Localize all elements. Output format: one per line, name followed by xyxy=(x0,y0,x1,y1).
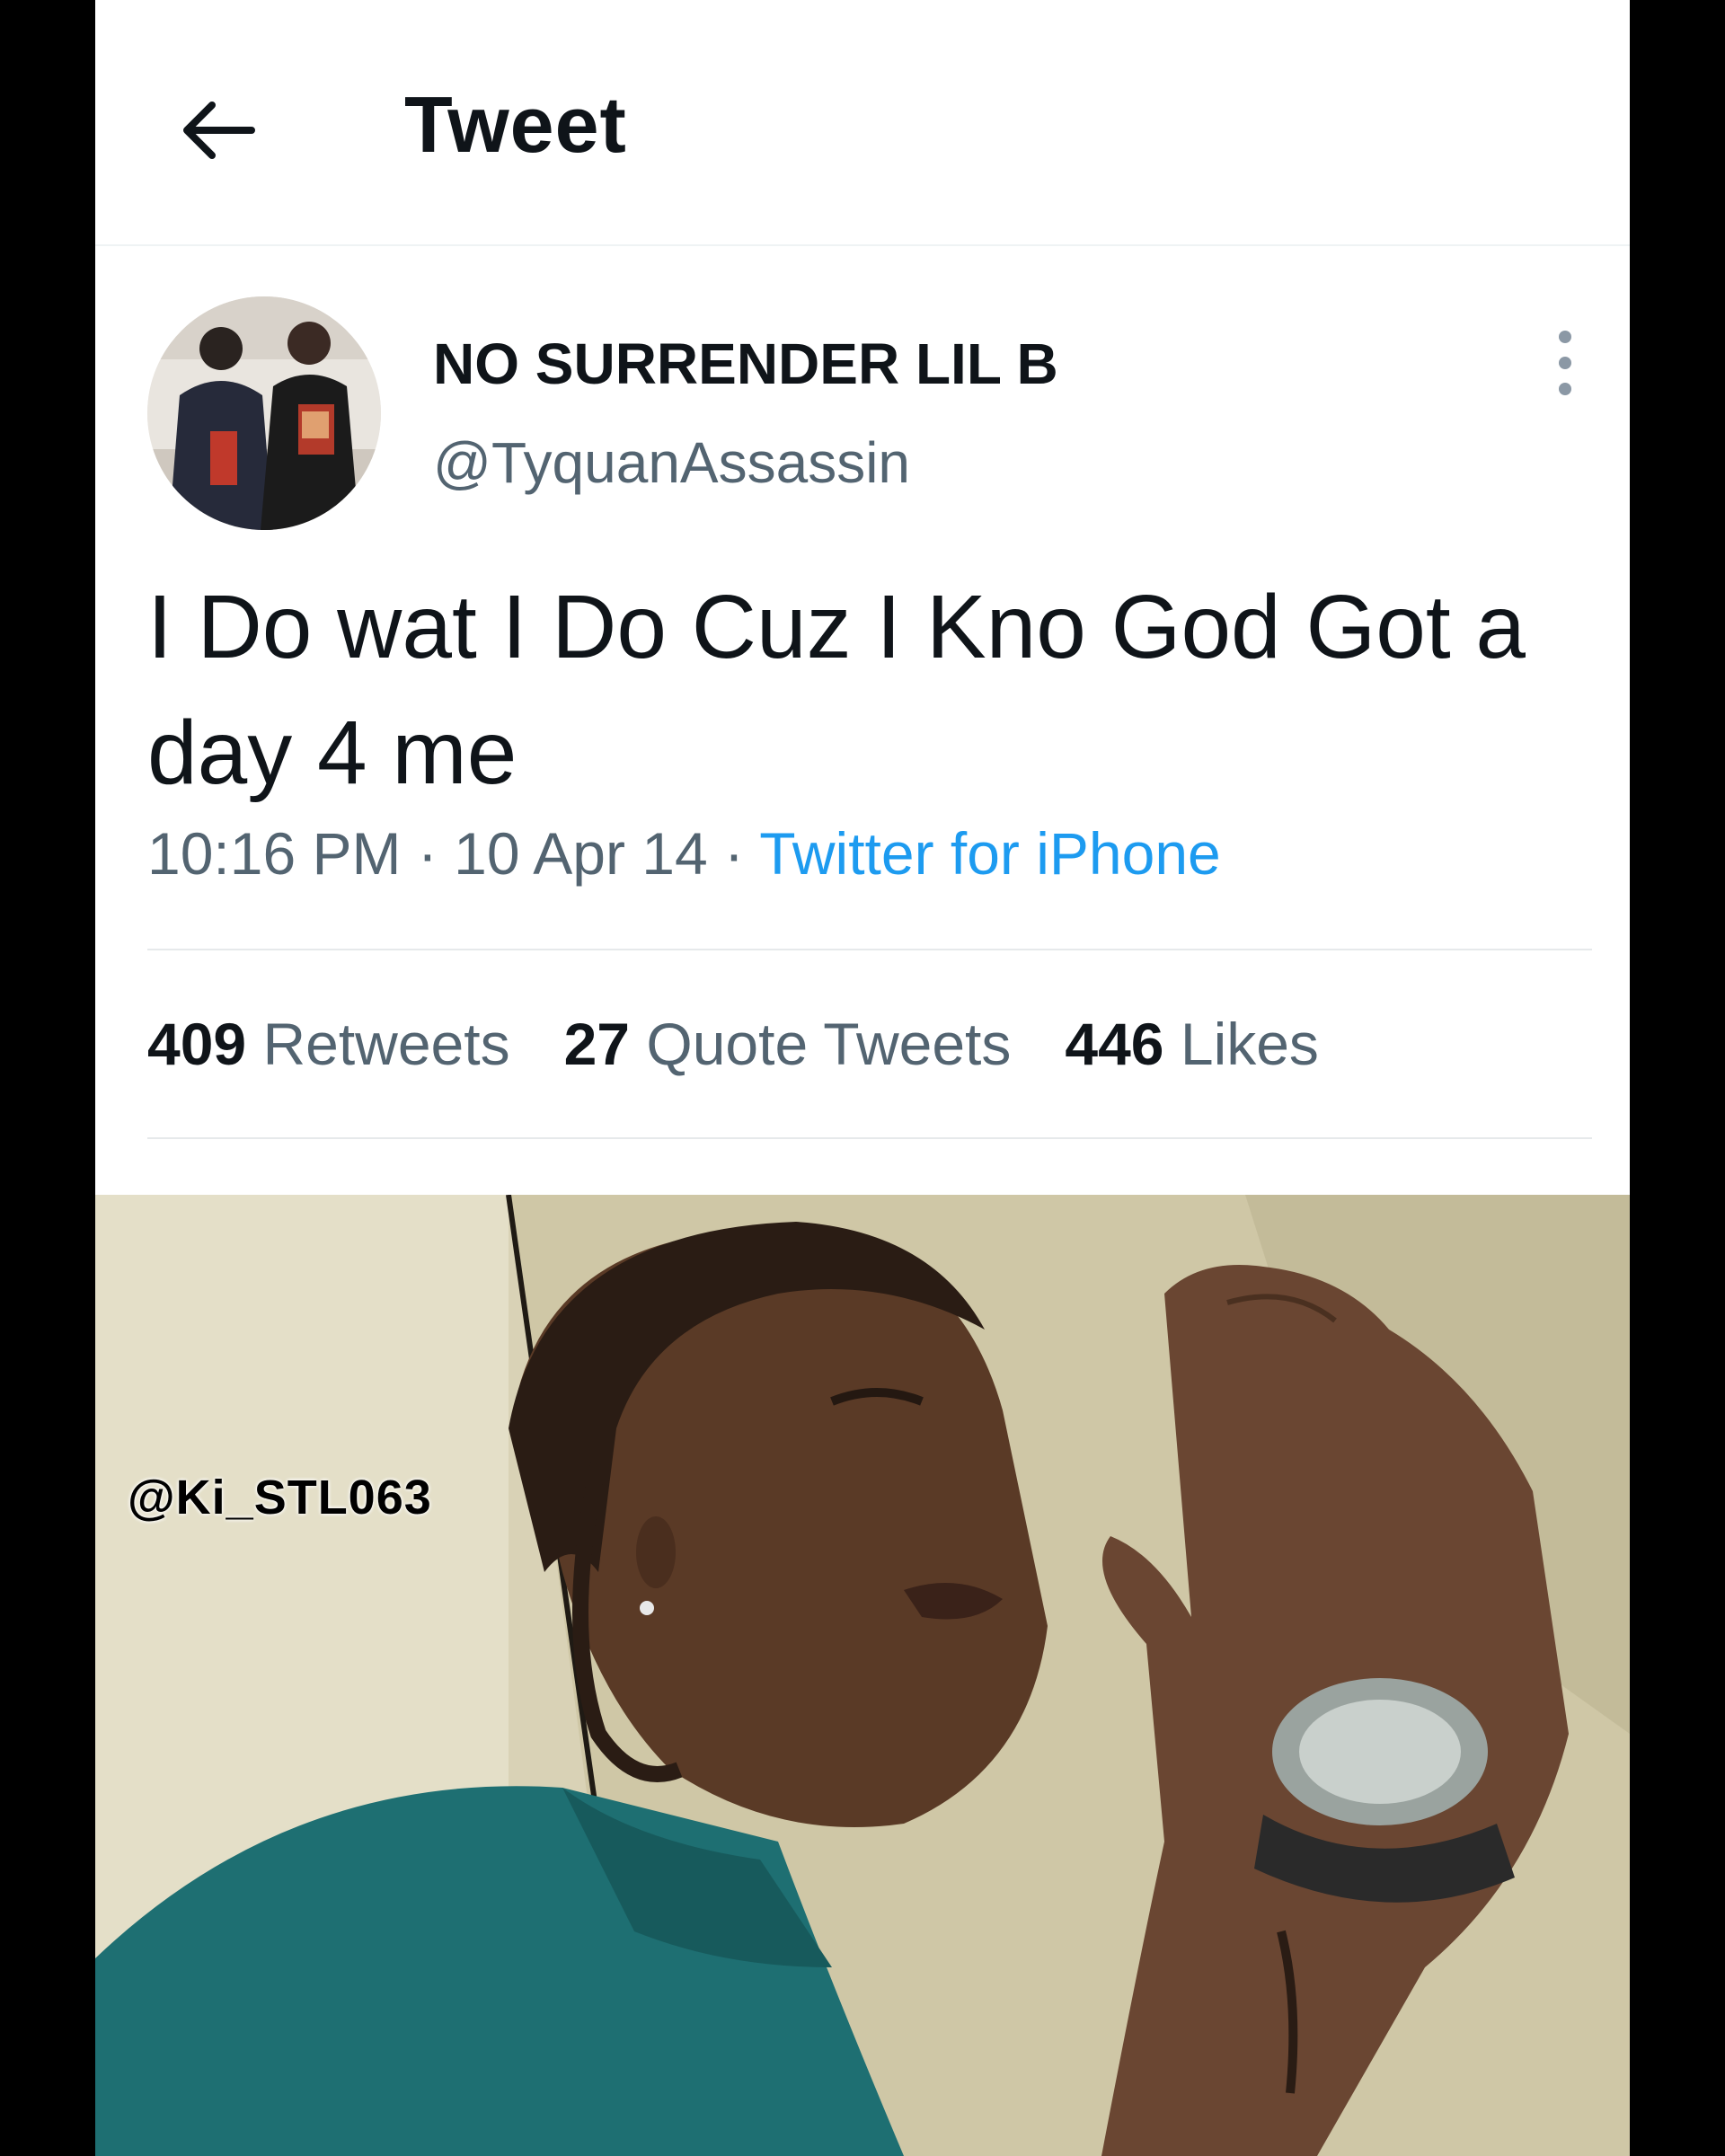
more-vertical-icon xyxy=(1559,331,1571,343)
meta-separator: · xyxy=(401,820,455,887)
meta-separator: · xyxy=(707,820,760,887)
tweet-time[interactable]: 10:16 PM xyxy=(147,820,402,887)
page-title: Tweet xyxy=(404,80,627,169)
more-vertical-icon-dot xyxy=(1559,357,1571,369)
retweets-stat[interactable]: 409 Retweets xyxy=(147,1010,510,1078)
quote-tweets-stat[interactable]: 27 Quote Tweets xyxy=(564,1010,1012,1078)
more-vertical-icon-dot xyxy=(1559,383,1571,395)
retweets-label: Retweets xyxy=(262,1011,510,1077)
quote-tweets-count: 27 xyxy=(563,1011,631,1077)
likes-stat[interactable]: 446 Likes xyxy=(1065,1010,1319,1078)
back-button[interactable] xyxy=(172,85,262,175)
tweet-media-image[interactable] xyxy=(95,1195,1630,2156)
praying-person-photo xyxy=(95,1195,1630,2156)
divider xyxy=(147,949,1592,950)
retweets-count: 409 xyxy=(147,1011,247,1077)
divider xyxy=(147,1137,1592,1139)
tweet-source-link[interactable]: Twitter for iPhone xyxy=(759,820,1221,887)
likes-label: Likes xyxy=(1180,1011,1319,1077)
tweet-card: Tweet NO SURRENDER LIL B @TyquanAssassin… xyxy=(95,0,1630,2156)
quote-tweets-label: Quote Tweets xyxy=(646,1011,1012,1077)
top-bar: Tweet xyxy=(95,0,1630,246)
engagement-stats: 409 Retweets 27 Quote Tweets 446 Likes xyxy=(147,1010,1373,1078)
likes-count: 446 xyxy=(1065,1011,1164,1077)
display-name[interactable]: NO SURRENDER LIL B xyxy=(433,331,1058,397)
avatar[interactable] xyxy=(147,296,381,530)
tweet-metadata: 10:16 PM · 10 Apr 14 · Twitter for iPhon… xyxy=(147,819,1221,888)
avatar-photo xyxy=(147,296,381,530)
user-handle[interactable]: @TyquanAssassin xyxy=(433,429,910,496)
more-options-button[interactable] xyxy=(1544,331,1587,395)
arrow-left-icon xyxy=(183,102,255,159)
tweet-date[interactable]: 10 Apr 14 xyxy=(454,820,708,887)
watermark: @Ki_STL063 xyxy=(128,1471,432,1524)
tweet-text: I Do wat I Do Cuz I Kno God Got a day 4 … xyxy=(147,577,1526,803)
